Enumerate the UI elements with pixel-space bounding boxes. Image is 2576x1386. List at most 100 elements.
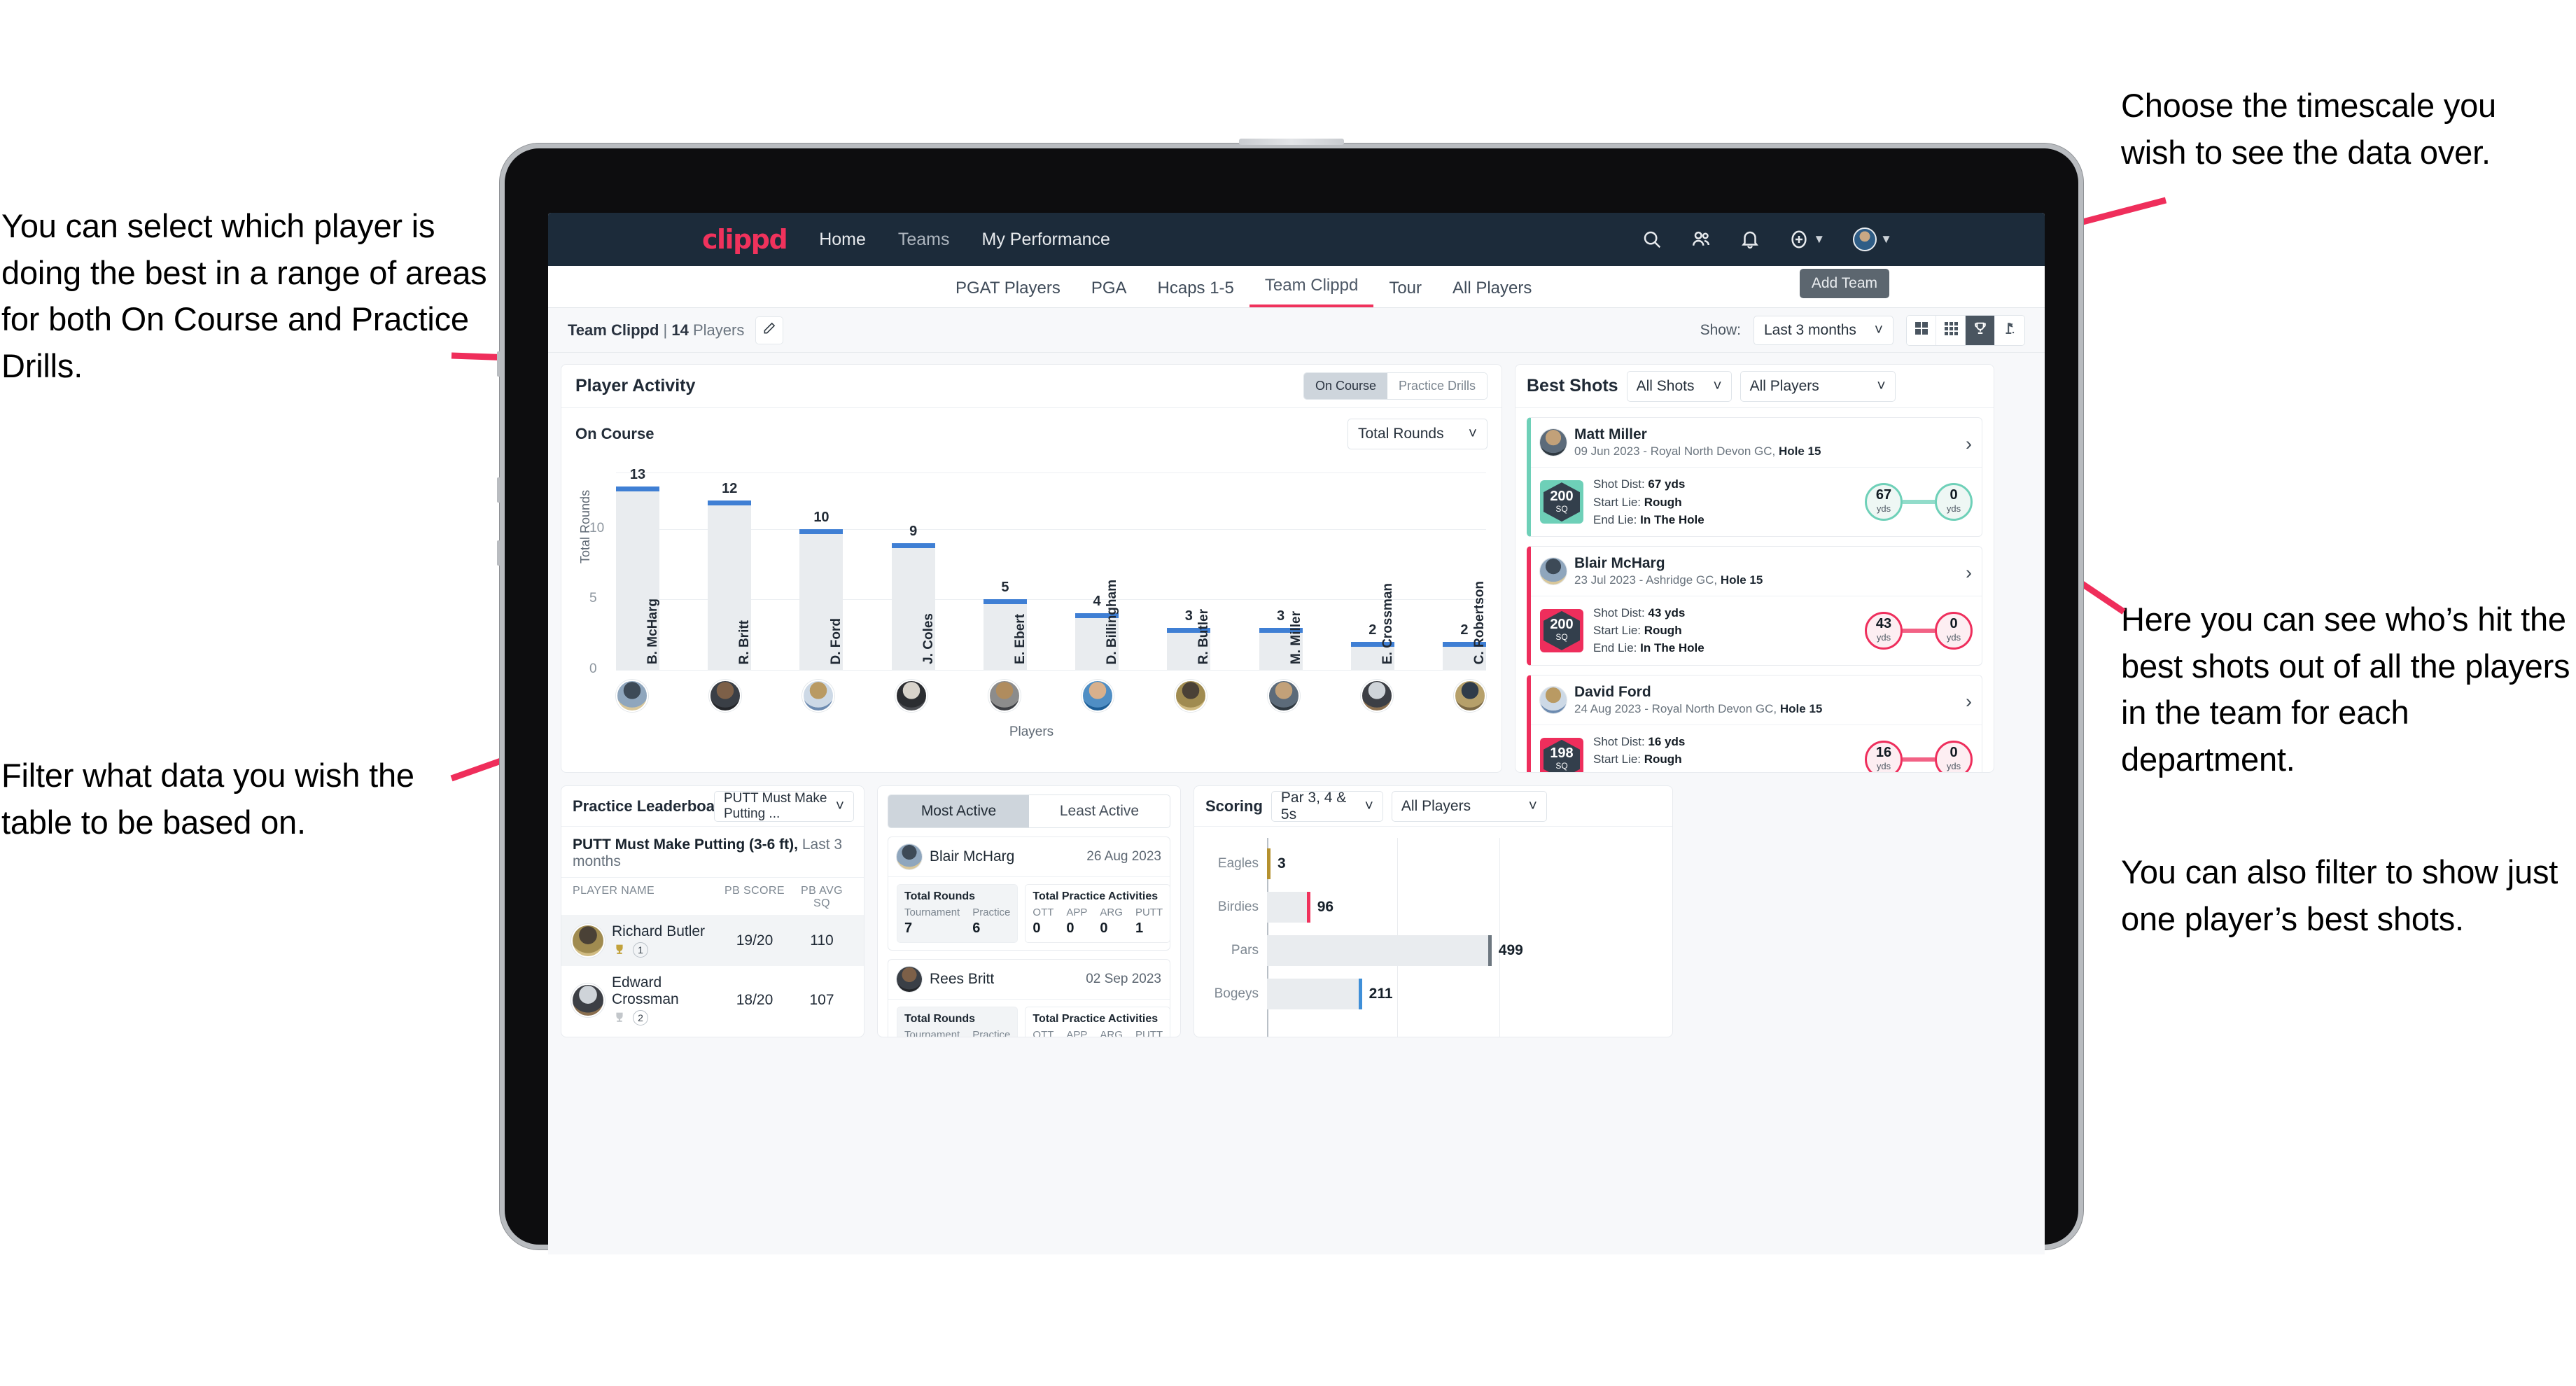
edit-team-button[interactable] <box>755 316 784 344</box>
player-avatar[interactable] <box>1175 680 1207 712</box>
player-avatar[interactable] <box>1082 680 1114 712</box>
best-shot-header: Matt Miller 09 Jun 2023 - Royal North Dev… <box>1531 418 1982 468</box>
view-flag-button[interactable] <box>1995 315 2024 345</box>
chart-player-avatars <box>616 680 1486 712</box>
chart-plot-area: 0 5 10 13 B. McHarg 12 R. Britt 10 D. Ford 9 J. C… <box>589 467 1487 676</box>
player-avatar[interactable] <box>988 680 1021 712</box>
nav-link-home[interactable]: Home <box>819 230 866 250</box>
shot-quality-unit: SQ <box>1555 632 1568 643</box>
shot-end-distance: 0 yds <box>1935 483 1973 522</box>
bell-icon[interactable] <box>1740 229 1760 250</box>
player-avatar[interactable] <box>1361 680 1393 712</box>
chart-bar-column[interactable]: 10 D. Ford <box>799 509 844 670</box>
scoring-player-filter[interactable]: All Players ˅ <box>1391 790 1547 822</box>
chart-bar-column[interactable]: 5 E. Ebert <box>983 580 1028 670</box>
shot-quality-unit: SQ <box>1555 503 1568 514</box>
scoring-row[interactable]: Eagles 3 <box>1205 842 1661 886</box>
active-player-stats: Total Rounds Tournament 7 Practice 6 Total Pr… <box>888 877 1171 950</box>
team-players-word: Players <box>692 321 745 339</box>
practice-key: OTT <box>1032 906 1054 918</box>
best-shots-shot-filter[interactable]: All Shots ˅ <box>1626 370 1732 402</box>
scoring-row[interactable]: Bogeys 211 <box>1205 972 1661 1016</box>
nav-link-teams[interactable]: Teams <box>898 230 950 250</box>
plus-circle-icon[interactable]: ▼ <box>1788 229 1825 250</box>
grid-2x2-icon <box>1914 321 1929 340</box>
practice-activities-title: Total Practice Activities <box>1032 1013 1158 1025</box>
active-player-card[interactable]: Blair McHarg 26 Aug 2023 Total Rounds Tourn… <box>888 836 1171 951</box>
active-player-date: 02 Sep 2023 <box>1086 972 1161 986</box>
device-button-volume-down <box>497 477 500 503</box>
active-player-card[interactable]: Rees Britt 02 Sep 2023 Total Rounds Tournam… <box>888 959 1171 1037</box>
chart-bar-value: 10 <box>813 509 830 525</box>
player-avatar[interactable] <box>1454 680 1486 712</box>
tab-pga[interactable]: PGA <box>1076 279 1142 307</box>
player-avatar[interactable] <box>802 680 834 712</box>
team-name: Team Clippd <box>568 321 659 339</box>
metric-select[interactable]: Total Rounds ˅ <box>1348 419 1488 449</box>
chart-bar-column[interactable]: 4 D. Billingham <box>1075 580 1119 670</box>
tab-tour[interactable]: Tour <box>1373 279 1437 307</box>
chevron-right-icon[interactable]: › <box>1966 562 1972 584</box>
chart-bar-column[interactable]: 2 E. Crossman <box>1350 583 1395 670</box>
chevron-right-icon[interactable]: › <box>1966 433 1972 455</box>
scoring-title: Scoring <box>1205 797 1263 815</box>
best-shots-card: Best Shots All Shots ˅ All Players ˅ Mat… <box>1515 364 1994 773</box>
best-shot-card[interactable]: David Ford 24 Aug 2023 - Royal North Devo… <box>1527 674 1982 772</box>
total-rounds-title: Total Rounds <box>904 890 976 902</box>
player-avatar[interactable] <box>895 680 927 712</box>
dashboard-row-top: Player Activity On Course Practice Drill… <box>561 364 2032 773</box>
segment-on-course[interactable]: On Course <box>1303 373 1387 399</box>
chart-y-tick: 10 <box>589 520 605 536</box>
chevron-right-icon[interactable]: › <box>1966 691 1972 713</box>
view-grid-3x3-button[interactable] <box>1936 315 1966 345</box>
player-avatar[interactable] <box>1268 680 1300 712</box>
tab-team-clippd[interactable]: Team Clippd <box>1249 276 1374 307</box>
best-shot-header: Blair McHarg 23 Jul 2023 - Ashridge GC, H… <box>1531 547 1982 597</box>
chevron-down-icon: ˅ <box>1877 377 1886 394</box>
view-grid-2x2-button[interactable] <box>1907 315 1936 345</box>
best-shots-header: Best Shots All Shots ˅ All Players ˅ <box>1516 365 1994 408</box>
scoring-par-filter[interactable]: Par 3, 4 & 5s ˅ <box>1270 789 1383 822</box>
scoring-par-filter-value: Par 3, 4 & 5s <box>1280 789 1347 822</box>
tab-most-active[interactable]: Most Active <box>888 795 1029 827</box>
tab-pgat-players[interactable]: PGAT Players <box>940 279 1076 307</box>
shot-quality-badge: 198 SQ <box>1540 737 1583 772</box>
chart-bar-value: 3 <box>1276 608 1285 624</box>
chart-bar-column[interactable]: 9 J. Coles <box>891 524 936 670</box>
clippd-logo[interactable]: clippd <box>702 224 788 255</box>
tab-all-players[interactable]: All Players <box>1437 279 1547 307</box>
avatar[interactable]: ▼ <box>1853 227 1892 251</box>
player-avatar[interactable] <box>709 680 741 712</box>
chart-bar-column[interactable]: 13 B. McHarg <box>616 467 660 670</box>
scoring-row[interactable]: Birdies 96 <box>1205 886 1661 929</box>
chart-bar-column[interactable]: 3 R. Butler <box>1167 608 1211 670</box>
avatar <box>573 984 603 1016</box>
chart-bar-column[interactable]: 3 M. Miller <box>1259 608 1303 670</box>
chart-bar-column[interactable]: 12 R. Britt <box>708 481 752 670</box>
tab-hcaps-1-5[interactable]: Hcaps 1-5 <box>1142 279 1250 307</box>
drill-select[interactable]: PUTT Must Make Putting ... ˅ <box>714 790 854 822</box>
leaderboard-row[interactable]: Richard Butler 1 19/20 110 <box>561 915 864 966</box>
best-shot-card[interactable]: Matt Miller 09 Jun 2023 - Royal North Dev… <box>1527 417 1982 537</box>
nav-link-my-performance[interactable]: My Performance <box>982 230 1110 250</box>
scoring-row[interactable]: Pars 499 <box>1205 929 1661 972</box>
player-avatar[interactable] <box>616 680 648 712</box>
practice-key: ARG <box>1100 1029 1123 1037</box>
search-icon[interactable] <box>1642 229 1662 250</box>
chart-bar-value: 13 <box>629 467 646 483</box>
tab-least-active[interactable]: Least Active <box>1029 795 1170 827</box>
view-trophy-button[interactable] <box>1966 315 1995 345</box>
best-shots-player-filter[interactable]: All Players ˅ <box>1740 370 1896 402</box>
practice-key: APP <box>1066 906 1088 918</box>
column-pb-avg-sq: PB AVG SQ <box>801 885 843 909</box>
leaderboard-pb-avg: 107 <box>809 991 834 1008</box>
segment-practice-drills[interactable]: Practice Drills <box>1387 373 1487 399</box>
best-shot-card[interactable]: Blair McHarg 23 Jul 2023 - Ashridge GC, H… <box>1527 545 1982 666</box>
practice-value: 0 <box>1032 920 1041 936</box>
chart-bar-column[interactable]: 2 C. Robertson <box>1442 581 1487 670</box>
timescale-select[interactable]: Last 3 months ˅ <box>1754 315 1893 345</box>
leaderboard-row[interactable]: Edward Crossman 2 18/20 107 <box>561 966 864 1034</box>
app-screen: clippd Home Teams My Performance ▼ ▼ PGA… <box>548 213 2045 1254</box>
scoring-row-value: 211 <box>1368 986 1393 1002</box>
people-icon[interactable] <box>1690 229 1712 250</box>
